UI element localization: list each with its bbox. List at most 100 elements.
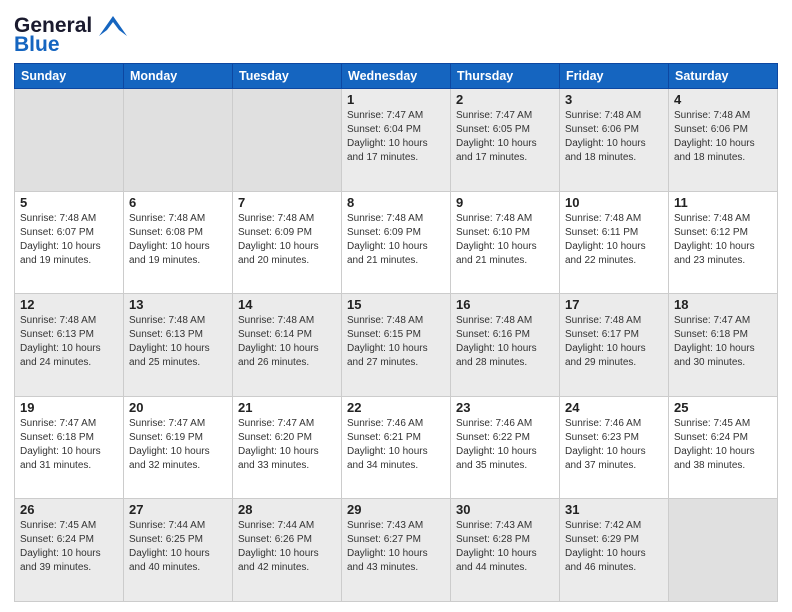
day-info: Sunrise: 7:43 AM Sunset: 6:28 PM Dayligh…	[456, 519, 554, 575]
weekday-header-row: SundayMondayTuesdayWednesdayThursdayFrid…	[15, 64, 778, 89]
calendar-cell	[124, 89, 233, 192]
day-number: 4	[674, 92, 772, 107]
calendar-cell: 27 Sunrise: 7:44 AM Sunset: 6:25 PM Dayli…	[124, 499, 233, 602]
day-info: Sunrise: 7:48 AM Sunset: 6:17 PM Dayligh…	[565, 314, 663, 370]
day-number: 29	[347, 502, 445, 517]
calendar-cell: 30 Sunrise: 7:43 AM Sunset: 6:28 PM Dayli…	[451, 499, 560, 602]
calendar-cell: 5 Sunrise: 7:48 AM Sunset: 6:07 PM Daylig…	[15, 191, 124, 294]
calendar-cell: 9 Sunrise: 7:48 AM Sunset: 6:10 PM Daylig…	[451, 191, 560, 294]
day-info: Sunrise: 7:47 AM Sunset: 6:18 PM Dayligh…	[674, 314, 772, 370]
day-number: 26	[20, 502, 118, 517]
day-info: Sunrise: 7:48 AM Sunset: 6:12 PM Dayligh…	[674, 212, 772, 268]
logo-text: General Blue	[14, 14, 128, 55]
weekday-wednesday: Wednesday	[342, 64, 451, 89]
day-info: Sunrise: 7:48 AM Sunset: 6:11 PM Dayligh…	[565, 212, 663, 268]
calendar-table: SundayMondayTuesdayWednesdayThursdayFrid…	[14, 63, 778, 602]
day-number: 27	[129, 502, 227, 517]
day-info: Sunrise: 7:48 AM Sunset: 6:13 PM Dayligh…	[20, 314, 118, 370]
calendar-cell: 17 Sunrise: 7:48 AM Sunset: 6:17 PM Dayli…	[560, 294, 669, 397]
calendar-cell: 23 Sunrise: 7:46 AM Sunset: 6:22 PM Dayli…	[451, 396, 560, 499]
calendar-cell: 4 Sunrise: 7:48 AM Sunset: 6:06 PM Daylig…	[669, 89, 778, 192]
calendar-week-3: 12 Sunrise: 7:48 AM Sunset: 6:13 PM Dayli…	[15, 294, 778, 397]
day-number: 12	[20, 297, 118, 312]
day-info: Sunrise: 7:48 AM Sunset: 6:16 PM Dayligh…	[456, 314, 554, 370]
day-number: 8	[347, 195, 445, 210]
day-number: 11	[674, 195, 772, 210]
calendar-cell: 11 Sunrise: 7:48 AM Sunset: 6:12 PM Dayli…	[669, 191, 778, 294]
header: General Blue	[14, 10, 778, 55]
day-number: 21	[238, 400, 336, 415]
calendar-cell: 24Sunrise: 7:46 AM Sunset: 6:23 PM Dayli…	[560, 396, 669, 499]
day-info: Sunrise: 7:47 AM Sunset: 6:19 PM Dayligh…	[129, 417, 227, 473]
day-info: Sunrise: 7:48 AM Sunset: 6:06 PM Dayligh…	[674, 109, 772, 165]
day-number: 6	[129, 195, 227, 210]
day-number: 7	[238, 195, 336, 210]
day-info: Sunrise: 7:48 AM Sunset: 6:06 PM Dayligh…	[565, 109, 663, 165]
calendar-cell: 1Sunrise: 7:47 AM Sunset: 6:04 PM Daylig…	[342, 89, 451, 192]
calendar-cell	[15, 89, 124, 192]
calendar-cell: 19Sunrise: 7:47 AM Sunset: 6:18 PM Dayli…	[15, 396, 124, 499]
calendar-week-5: 26 Sunrise: 7:45 AM Sunset: 6:24 PM Dayli…	[15, 499, 778, 602]
calendar-cell: 16 Sunrise: 7:48 AM Sunset: 6:16 PM Dayli…	[451, 294, 560, 397]
day-number: 16	[456, 297, 554, 312]
day-info: Sunrise: 7:47 AM Sunset: 6:20 PM Dayligh…	[238, 417, 336, 473]
day-number: 17	[565, 297, 663, 312]
calendar-cell: 6 Sunrise: 7:48 AM Sunset: 6:08 PM Daylig…	[124, 191, 233, 294]
day-number: 30	[456, 502, 554, 517]
day-info: Sunrise: 7:46 AM Sunset: 6:22 PM Dayligh…	[456, 417, 554, 473]
logo-icon	[99, 16, 127, 36]
day-info: Sunrise: 7:42 AM Sunset: 6:29 PM Dayligh…	[565, 519, 663, 575]
calendar-cell: 28Sunrise: 7:44 AM Sunset: 6:26 PM Dayli…	[233, 499, 342, 602]
day-info: Sunrise: 7:47 AM Sunset: 6:18 PM Dayligh…	[20, 417, 118, 473]
weekday-thursday: Thursday	[451, 64, 560, 89]
calendar-cell: 26 Sunrise: 7:45 AM Sunset: 6:24 PM Dayli…	[15, 499, 124, 602]
calendar-cell: 2 Sunrise: 7:47 AM Sunset: 6:05 PM Daylig…	[451, 89, 560, 192]
calendar-cell: 14Sunrise: 7:48 AM Sunset: 6:14 PM Dayli…	[233, 294, 342, 397]
day-info: Sunrise: 7:43 AM Sunset: 6:27 PM Dayligh…	[347, 519, 445, 575]
calendar-cell: 15 Sunrise: 7:48 AM Sunset: 6:15 PM Dayli…	[342, 294, 451, 397]
day-number: 22	[347, 400, 445, 415]
day-number: 14	[238, 297, 336, 312]
calendar-cell: 13Sunrise: 7:48 AM Sunset: 6:13 PM Dayli…	[124, 294, 233, 397]
day-number: 9	[456, 195, 554, 210]
day-number: 20	[129, 400, 227, 415]
day-number: 31	[565, 502, 663, 517]
day-number: 2	[456, 92, 554, 107]
day-number: 15	[347, 297, 445, 312]
day-info: Sunrise: 7:48 AM Sunset: 6:15 PM Dayligh…	[347, 314, 445, 370]
calendar-cell: 21 Sunrise: 7:47 AM Sunset: 6:20 PM Dayli…	[233, 396, 342, 499]
calendar-cell: 25 Sunrise: 7:45 AM Sunset: 6:24 PM Dayli…	[669, 396, 778, 499]
day-number: 23	[456, 400, 554, 415]
day-info: Sunrise: 7:48 AM Sunset: 6:08 PM Dayligh…	[129, 212, 227, 268]
weekday-friday: Friday	[560, 64, 669, 89]
calendar-cell: 7 Sunrise: 7:48 AM Sunset: 6:09 PM Daylig…	[233, 191, 342, 294]
weekday-monday: Monday	[124, 64, 233, 89]
calendar-cell: 10 Sunrise: 7:48 AM Sunset: 6:11 PM Dayli…	[560, 191, 669, 294]
calendar-cell: 18Sunrise: 7:47 AM Sunset: 6:18 PM Dayli…	[669, 294, 778, 397]
calendar-cell: 12 Sunrise: 7:48 AM Sunset: 6:13 PM Dayli…	[15, 294, 124, 397]
calendar-cell: 29 Sunrise: 7:43 AM Sunset: 6:27 PM Dayli…	[342, 499, 451, 602]
page: General Blue SundayMondayTuesdayWednesda…	[0, 0, 792, 612]
weekday-saturday: Saturday	[669, 64, 778, 89]
day-info: Sunrise: 7:48 AM Sunset: 6:09 PM Dayligh…	[347, 212, 445, 268]
day-number: 1	[347, 92, 445, 107]
calendar-cell: 8 Sunrise: 7:48 AM Sunset: 6:09 PM Daylig…	[342, 191, 451, 294]
calendar-cell: 22 Sunrise: 7:46 AM Sunset: 6:21 PM Dayli…	[342, 396, 451, 499]
day-number: 3	[565, 92, 663, 107]
day-number: 5	[20, 195, 118, 210]
day-info: Sunrise: 7:47 AM Sunset: 6:05 PM Dayligh…	[456, 109, 554, 165]
day-number: 25	[674, 400, 772, 415]
day-info: Sunrise: 7:45 AM Sunset: 6:24 PM Dayligh…	[674, 417, 772, 473]
day-number: 13	[129, 297, 227, 312]
day-number: 10	[565, 195, 663, 210]
day-info: Sunrise: 7:48 AM Sunset: 6:10 PM Dayligh…	[456, 212, 554, 268]
day-info: Sunrise: 7:46 AM Sunset: 6:21 PM Dayligh…	[347, 417, 445, 473]
day-info: Sunrise: 7:44 AM Sunset: 6:26 PM Dayligh…	[238, 519, 336, 575]
day-info: Sunrise: 7:48 AM Sunset: 6:07 PM Dayligh…	[20, 212, 118, 268]
day-info: Sunrise: 7:44 AM Sunset: 6:25 PM Dayligh…	[129, 519, 227, 575]
calendar-cell	[233, 89, 342, 192]
day-number: 24	[565, 400, 663, 415]
day-info: Sunrise: 7:48 AM Sunset: 6:09 PM Dayligh…	[238, 212, 336, 268]
calendar-cell	[669, 499, 778, 602]
day-info: Sunrise: 7:45 AM Sunset: 6:24 PM Dayligh…	[20, 519, 118, 575]
